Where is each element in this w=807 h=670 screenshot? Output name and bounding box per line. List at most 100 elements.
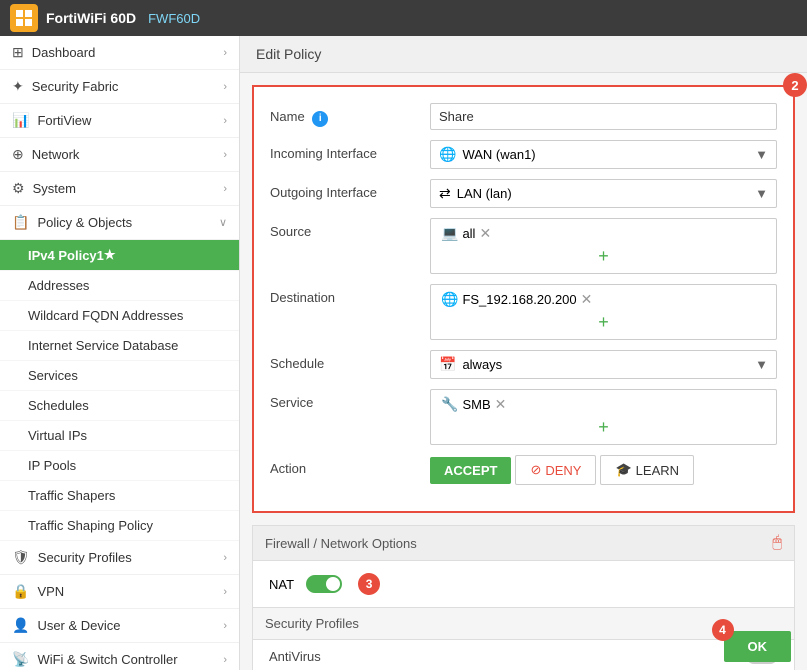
wifi-icon: 📡 xyxy=(12,651,29,668)
source-label: Source xyxy=(270,218,430,239)
policy-icon: 📋 xyxy=(12,214,29,231)
name-input[interactable] xyxy=(430,103,777,130)
sidebar-item-label: System xyxy=(33,181,224,196)
destination-remove-button[interactable]: ✕ xyxy=(581,291,593,308)
bottom-bar: 4 OK xyxy=(708,623,807,670)
incoming-control: 🌐 WAN (wan1) ▼ xyxy=(430,140,777,169)
accept-button[interactable]: ACCEPT xyxy=(430,457,511,484)
nat-toggle[interactable] xyxy=(306,575,342,593)
source-tag: 💻 all ✕ xyxy=(437,223,495,244)
name-label: Name i xyxy=(270,103,430,127)
firewall-section-label: Firewall / Network Options xyxy=(265,536,417,551)
service-add-button[interactable]: + xyxy=(437,415,770,440)
sidebar-item-dashboard[interactable]: ⊞ Dashboard › xyxy=(0,36,239,70)
source-row: Source 💻 all ✕ + xyxy=(270,218,777,274)
logo xyxy=(10,4,38,32)
source-remove-button[interactable]: ✕ xyxy=(479,225,491,242)
source-control: 💻 all ✕ + xyxy=(430,218,777,274)
dropdown-arrow-icon: ▼ xyxy=(755,357,768,372)
outgoing-value: LAN (lan) xyxy=(457,186,755,201)
source-add-button[interactable]: + xyxy=(437,244,770,269)
form-badge: 2 xyxy=(783,73,807,97)
incoming-interface-row: Incoming Interface 🌐 WAN (wan1) ▼ xyxy=(270,140,777,169)
chevron-icon: › xyxy=(223,115,227,127)
ok-button[interactable]: 4 OK xyxy=(724,631,792,662)
sidebar-item-traffic-shapers[interactable]: Traffic Shapers xyxy=(0,481,239,511)
sidebar-item-addresses[interactable]: Addresses xyxy=(0,271,239,301)
chevron-icon: › xyxy=(223,552,227,564)
sidebar-item-internet-service-db[interactable]: Internet Service Database xyxy=(0,331,239,361)
name-row: Name i xyxy=(270,103,777,130)
destination-tag: 🌐 FS_192.168.20.200 ✕ xyxy=(437,289,596,310)
sidebar-item-schedules[interactable]: Schedules xyxy=(0,391,239,421)
dropdown-arrow-icon: ▼ xyxy=(755,186,768,201)
source-icon: 💻 xyxy=(441,225,458,242)
destination-value: FS_192.168.20.200 xyxy=(462,292,576,307)
security-fabric-icon: ✦ xyxy=(12,78,24,95)
sidebar-item-wildcard-fqdn[interactable]: Wildcard FQDN Addresses xyxy=(0,301,239,331)
incoming-value: WAN (wan1) xyxy=(462,147,755,162)
sidebar-item-user-device[interactable]: 👤 User & Device › xyxy=(0,609,239,643)
schedule-control: 📅 always ▼ xyxy=(430,350,777,379)
destination-label: Destination xyxy=(270,284,430,305)
action-row: Action ACCEPT ⊘ DENY 🎓 LEARN xyxy=(270,455,777,485)
destination-add-button[interactable]: + xyxy=(437,310,770,335)
chevron-icon: › xyxy=(223,81,227,93)
sidebar-item-wifi-switch[interactable]: 📡 WiFi & Switch Controller › xyxy=(0,643,239,670)
nat-section: NAT 3 xyxy=(252,561,795,608)
cursor-indicator: 🖱 xyxy=(772,534,782,552)
user-device-icon: 👤 xyxy=(12,617,29,634)
action-label: Action xyxy=(270,455,430,476)
service-remove-button[interactable]: ✕ xyxy=(495,396,507,413)
outgoing-interface-row: Outgoing Interface ⇄ LAN (lan) ▼ xyxy=(270,179,777,208)
sidebar-item-services[interactable]: Services xyxy=(0,361,239,391)
learn-button[interactable]: 🎓 LEARN xyxy=(600,455,694,485)
firewall-section-header: Firewall / Network Options 🖱 xyxy=(252,525,795,561)
sidebar-item-policy-objects[interactable]: 📋 Policy & Objects ∨ xyxy=(0,206,239,240)
service-row: Service 🔧 SMB ✕ + xyxy=(270,389,777,445)
security-profiles-icon: 🛡 xyxy=(12,549,30,566)
learn-icon: 🎓 xyxy=(615,462,631,478)
action-control: ACCEPT ⊘ DENY 🎓 LEARN xyxy=(430,455,777,485)
service-tag: 🔧 SMB ✕ xyxy=(437,394,510,415)
sidebar-item-label: Policy & Objects xyxy=(37,215,219,230)
service-tag-box[interactable]: 🔧 SMB ✕ + xyxy=(430,389,777,445)
network-icon: ⊕ xyxy=(12,146,24,163)
sidebar-item-ipv4-policy[interactable]: IPv4 Policy 1 ★ xyxy=(0,240,239,271)
sidebar-item-ip-pools[interactable]: IP Pools xyxy=(0,451,239,481)
source-tag-box[interactable]: 💻 all ✕ + xyxy=(430,218,777,274)
lan-icon: ⇄ xyxy=(439,185,451,202)
deny-button[interactable]: ⊘ DENY xyxy=(515,455,596,485)
info-icon[interactable]: i xyxy=(312,111,328,127)
sidebar-item-security-fabric[interactable]: ✦ Security Fabric › xyxy=(0,70,239,104)
topbar: FortiWiFi 60D FWF60D xyxy=(0,0,807,36)
nav-badge: 1 xyxy=(97,248,104,263)
sidebar-item-network[interactable]: ⊕ Network › xyxy=(0,138,239,172)
sidebar-item-label: Security Fabric xyxy=(32,79,224,94)
sidebar-item-vpn[interactable]: 🔒 VPN › xyxy=(0,575,239,609)
sidebar-item-fortiview[interactable]: 📊 FortiView › xyxy=(0,104,239,138)
sidebar: ⊞ Dashboard › ✦ Security Fabric › 📊 Fort… xyxy=(0,36,240,670)
sidebar-item-security-profiles[interactable]: 🛡 Security Profiles › xyxy=(0,541,239,575)
destination-tag-box[interactable]: 🌐 FS_192.168.20.200 ✕ + xyxy=(430,284,777,340)
sidebar-sub-label: Schedules xyxy=(28,398,89,413)
sidebar-item-label: FortiView xyxy=(37,113,223,128)
incoming-select[interactable]: 🌐 WAN (wan1) ▼ xyxy=(430,140,777,169)
sidebar-sub-label: Virtual IPs xyxy=(28,428,87,443)
nat-badge: 3 xyxy=(358,573,380,595)
chevron-down-icon: ∨ xyxy=(219,216,227,229)
sidebar-sub-label: Internet Service Database xyxy=(28,338,178,353)
sidebar-item-system[interactable]: ⚙ System › xyxy=(0,172,239,206)
dashboard-icon: ⊞ xyxy=(12,44,24,61)
chevron-icon: › xyxy=(223,654,227,666)
sidebar-item-virtual-ips[interactable]: Virtual IPs xyxy=(0,421,239,451)
outgoing-select[interactable]: ⇄ LAN (lan) ▼ xyxy=(430,179,777,208)
sidebar-item-label: User & Device xyxy=(37,618,223,633)
star-icon: ★ xyxy=(104,247,116,263)
schedule-select[interactable]: 📅 always ▼ xyxy=(430,350,777,379)
wan-icon: 🌐 xyxy=(439,146,456,163)
sidebar-sub-label: Traffic Shaping Policy xyxy=(28,518,153,533)
sidebar-item-traffic-shaping[interactable]: Traffic Shaping Policy xyxy=(0,511,239,541)
chevron-icon: › xyxy=(223,586,227,598)
sidebar-sub-label: IPv4 Policy xyxy=(28,248,97,263)
